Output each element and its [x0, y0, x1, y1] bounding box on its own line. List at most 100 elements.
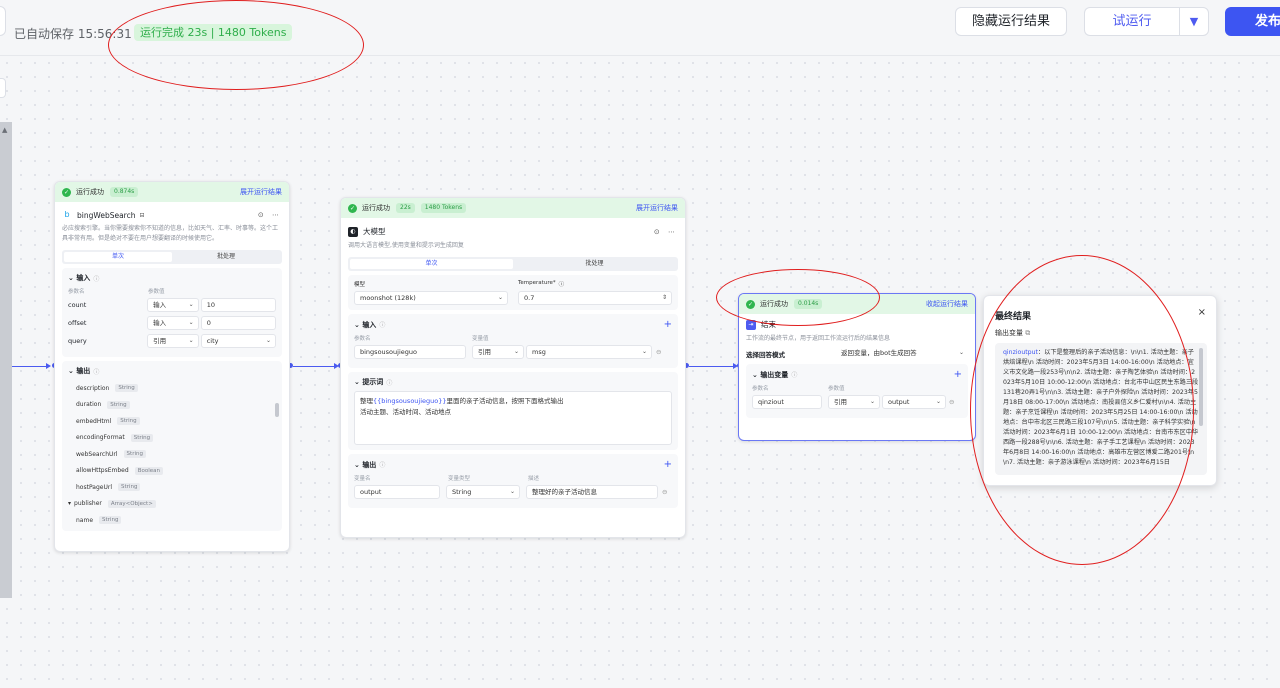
type-tag: Array<Object>: [107, 499, 156, 508]
output-scrollbar[interactable]: [275, 403, 279, 417]
col-value: 参数值: [828, 386, 845, 392]
tab-batch[interactable]: 批处理: [172, 252, 280, 262]
input-name-field[interactable]: bingsousoujieguo: [354, 345, 466, 359]
caret-up-icon: ▲: [2, 126, 8, 134]
node-actions-icon[interactable]: ⊙ ⋯: [654, 228, 678, 236]
answer-mode-select[interactable]: 返回变量，由bot生成回答 ⌄: [836, 347, 968, 361]
offset-input[interactable]: 0: [200, 316, 276, 330]
success-check-icon: ✓: [62, 187, 71, 197]
output-var-name-field[interactable]: qinziout: [752, 395, 822, 409]
result-scrollbar[interactable]: [1199, 348, 1203, 426]
output-name: duration: [76, 401, 102, 409]
count-input[interactable]: 10: [200, 298, 276, 312]
output-name-field[interactable]: output: [354, 485, 440, 499]
chevron-down-icon: ⌄: [958, 349, 964, 356]
output-name: embedHtml: [76, 417, 112, 425]
hide-results-button[interactable]: 隐藏运行结果: [955, 7, 1067, 36]
node-actions-icon[interactable]: ⊙ ⋯: [258, 211, 282, 219]
end-logo-icon: ⇥: [746, 319, 756, 330]
close-icon[interactable]: ×: [1198, 307, 1206, 318]
bing-logo-icon: b: [62, 210, 72, 220]
output-type-select[interactable]: String ⌄: [446, 485, 520, 499]
expand-results-link[interactable]: 展开运行结果: [636, 203, 678, 213]
collapse-results-link[interactable]: 收起运行结果: [926, 299, 968, 309]
publish-button[interactable]: 发布: [1225, 7, 1280, 36]
node-status-bar: ✓ 运行成功 22s 1480 Tokens 展开运行结果: [341, 198, 685, 218]
input-label: 输入: [362, 320, 377, 329]
collapse-icon[interactable]: ⌄: [354, 461, 362, 469]
collapse-icon[interactable]: ⌄: [68, 274, 76, 282]
input-mode-select[interactable]: 引用 ⌄: [472, 345, 524, 359]
run-mode-tabs: 单次 批处理: [62, 250, 282, 264]
collapse-icon[interactable]: ⌄: [68, 367, 76, 375]
left-panel-toggle[interactable]: [0, 78, 6, 98]
try-run-button[interactable]: 试运行: [1084, 7, 1179, 36]
input-label: 输入: [76, 274, 91, 282]
input-mode-select[interactable]: 输入 ⌄: [147, 316, 199, 330]
back-button[interactable]: [0, 6, 6, 36]
expand-results-link[interactable]: 展开运行结果: [240, 187, 282, 197]
info-icon: ⓘ: [558, 282, 565, 288]
node-description: 调用大语言模型,使用变量和提示词生成回复: [348, 242, 464, 249]
info-icon: ⓘ: [93, 368, 100, 376]
type-tag: String: [123, 450, 146, 459]
var-ref-select[interactable]: output ⌄: [882, 395, 946, 409]
model-select[interactable]: moonshot (128k) ⌄: [354, 291, 508, 305]
chevron-down-icon: ⌄: [509, 488, 515, 495]
final-result-content[interactable]: qinzioutput：以下是整理后的亲子活动信息：\n\n1. 活动主题：亲子…: [995, 343, 1207, 475]
end-node[interactable]: ✓ 运行成功 0.014s 收起运行结果 ⇥ 结束 工作流的最终节点，用于返回工…: [738, 293, 976, 441]
run-mode-tabs: 单次 批处理: [348, 257, 678, 271]
final-result-title: 最终结果: [995, 312, 1032, 322]
type-tag: String: [99, 516, 122, 525]
add-output-icon[interactable]: +: [664, 459, 672, 470]
collapse-icon[interactable]: ⌄: [752, 371, 760, 379]
input-mode-select[interactable]: 引用 ⌄: [147, 334, 199, 348]
run-complete-badge: 运行完成 23s | 1480 Tokens: [134, 24, 293, 41]
tab-single[interactable]: 单次: [64, 252, 172, 262]
temperature-input[interactable]: 0.7 ⇕: [518, 291, 672, 305]
bing-search-node[interactable]: ✓ 运行成功 0.874s 展开运行结果 b bingWebSearch ⊟ ⊙…: [54, 181, 290, 552]
tab-batch[interactable]: 批处理: [513, 259, 676, 269]
prompt-variable: {{bingsousoujieguo}}: [373, 397, 447, 405]
result-text: ：以下是整理后的亲子活动信息：\n\n1. 活动主题：亲子烘焙课程\n 活动时间…: [1003, 349, 1199, 466]
type-tag: Boolean: [134, 466, 163, 475]
left-panel-scrollbar[interactable]: ▲: [0, 122, 12, 598]
llm-node[interactable]: ✓ 运行成功 22s 1480 Tokens 展开运行结果 ◐ 大模型 ⊙ ⋯ …: [340, 197, 686, 538]
temperature-label: Temperature*: [518, 280, 556, 286]
remove-icon[interactable]: ⊖: [662, 488, 667, 496]
caret-down-icon[interactable]: ▾: [68, 500, 71, 507]
output-desc-field[interactable]: 整理好的亲子活动信息: [526, 485, 658, 499]
run-time-badge: 0.874s: [110, 187, 139, 197]
col-desc: 描述: [528, 476, 540, 482]
tab-single[interactable]: 单次: [350, 259, 513, 269]
plugin-icon: ⊟: [139, 211, 145, 219]
info-icon: ⓘ: [379, 462, 386, 469]
output-name: description: [76, 384, 110, 392]
type-tag: String: [118, 483, 141, 492]
llm-logo-icon: ◐: [348, 226, 358, 237]
collapse-icon[interactable]: ⌄: [354, 321, 362, 329]
info-icon: ⓘ: [386, 379, 393, 387]
remove-icon[interactable]: ⊖: [656, 348, 661, 356]
try-run-dropdown-icon[interactable]: ▼: [1179, 7, 1209, 36]
add-input-icon[interactable]: +: [664, 319, 672, 330]
add-output-icon[interactable]: +: [954, 369, 962, 380]
llm-output-section: ⌄ 输出 ⓘ + 变量名 变量类型 描述 output String ⌄ 整理好的亲子活动…: [348, 454, 678, 508]
final-result-panel: 最终结果 × 输出变量 ⧉ qinzioutput：以下是整理后的亲子活动信息：…: [983, 295, 1217, 486]
input-mode-select[interactable]: 输入 ⌄: [147, 298, 199, 312]
prompt-section: ⌄ 提示词 ⓘ 整理{{bingsousoujieguo}}里面的亲子活动信息，按…: [348, 372, 678, 450]
info-icon: ⓘ: [93, 275, 100, 283]
edge-search-llm: [293, 366, 336, 367]
status-text: 运行成功: [76, 188, 104, 196]
chevron-down-icon: ⌄: [935, 398, 941, 405]
var-mode-select[interactable]: 引用 ⌄: [828, 395, 880, 409]
copy-icon[interactable]: ⧉: [1025, 329, 1030, 337]
remove-icon[interactable]: ⊖: [949, 398, 954, 406]
query-ref-select[interactable]: city ⌄: [200, 334, 276, 348]
input-ref-select[interactable]: msg ⌄: [526, 345, 652, 359]
prompt-label: 提示词: [362, 378, 384, 386]
prompt-textarea[interactable]: 整理{{bingsousoujieguo}}里面的亲子活动信息，按照下面格式输出…: [354, 391, 672, 445]
run-time-badge: 22s: [396, 203, 415, 213]
node-title: 大模型: [363, 227, 386, 236]
chevron-down-icon: ⌄: [497, 294, 503, 301]
